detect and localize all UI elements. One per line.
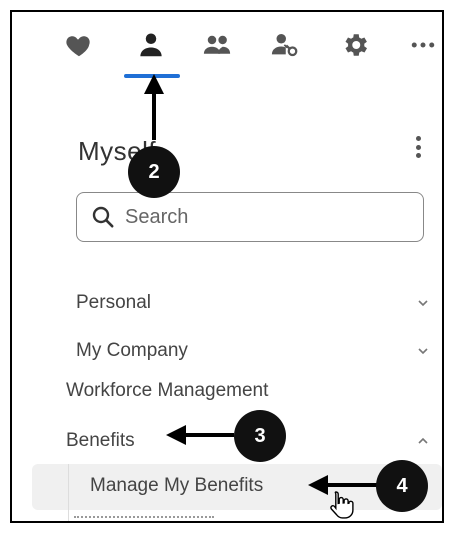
callout-badge-2: 2	[128, 146, 180, 198]
search-input[interactable]	[123, 204, 387, 230]
menu-item-label: My Company	[76, 340, 188, 361]
chevron-up-icon	[418, 437, 428, 444]
gear-icon[interactable]	[338, 28, 372, 62]
screenshot-frame: Myself Personal My Company Workforce Man…	[10, 10, 444, 523]
menu-item-benefits[interactable]: Benefits	[12, 422, 442, 462]
menu-item-label: Personal	[76, 292, 151, 313]
top-navigation	[12, 12, 442, 82]
more-icon[interactable]	[406, 28, 440, 62]
callout-badge-3: 3	[234, 410, 286, 462]
kebab-menu-icon[interactable]	[408, 130, 428, 164]
menu-item-workforce-management[interactable]: Workforce Management	[12, 372, 442, 412]
submenu-item-label: Manage My Benefits	[90, 475, 264, 496]
menu-item-my-company[interactable]: My Company	[12, 332, 442, 372]
search-icon	[92, 206, 114, 228]
heart-icon[interactable]	[62, 28, 96, 62]
search-box[interactable]	[76, 192, 424, 242]
people-icon[interactable]	[200, 28, 234, 62]
menu-item-personal[interactable]: Personal	[12, 284, 442, 324]
submenu-divider	[68, 464, 69, 521]
person-key-icon[interactable]	[268, 28, 302, 62]
menu-item-label: Benefits	[66, 430, 135, 451]
active-tab-indicator	[124, 74, 180, 78]
person-icon[interactable]	[134, 28, 168, 62]
cut-off-item	[74, 516, 214, 521]
chevron-down-icon	[418, 300, 428, 307]
chevron-down-icon	[418, 348, 428, 355]
callout-badge-4: 4	[376, 460, 428, 512]
menu-item-label: Workforce Management	[66, 380, 269, 401]
